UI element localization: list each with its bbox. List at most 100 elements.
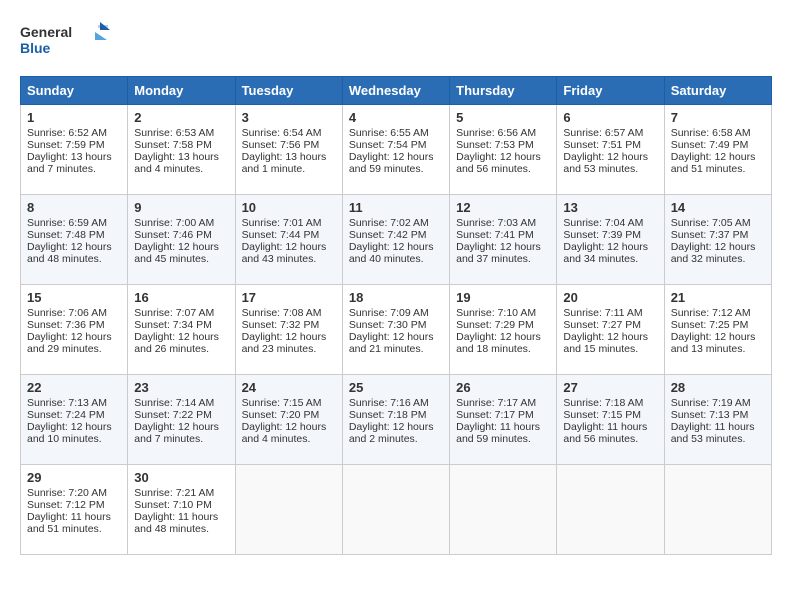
calendar-cell: 11 Sunrise: 7:02 AMSunset: 7:42 PMDayligh… bbox=[342, 195, 449, 285]
sunset: Sunset: 7:15 PM bbox=[563, 409, 641, 421]
sunset: Sunset: 7:59 PM bbox=[27, 139, 105, 151]
sunset: Sunset: 7:56 PM bbox=[242, 139, 320, 151]
sunrise: Sunrise: 6:54 AM bbox=[242, 127, 322, 139]
sunrise: Sunrise: 7:03 AM bbox=[456, 217, 536, 229]
sunrise: Sunrise: 7:13 AM bbox=[27, 397, 107, 409]
calendar-cell: 24Sunrise: 7:15 AMSunset: 7:20 PMDayligh… bbox=[235, 375, 342, 465]
calendar-cell: 5Sunrise: 6:56 AMSunset: 7:53 PMDaylight… bbox=[450, 105, 557, 195]
week-row-5: 29Sunrise: 7:20 AMSunset: 7:12 PMDayligh… bbox=[21, 465, 772, 555]
day-number: 19 bbox=[456, 290, 550, 305]
day-number: 13 bbox=[563, 200, 657, 215]
calendar-cell: 2Sunrise: 6:53 AMSunset: 7:58 PMDaylight… bbox=[128, 105, 235, 195]
day-number: 22 bbox=[27, 380, 121, 395]
daylight: Daylight: 12 hours and 21 minutes. bbox=[349, 331, 434, 355]
col-header-sunday: Sunday bbox=[21, 77, 128, 105]
sunrise: Sunrise: 6:55 AM bbox=[349, 127, 429, 139]
sunset: Sunset: 7:58 PM bbox=[134, 139, 212, 151]
day-number: 3 bbox=[242, 110, 336, 125]
daylight: Daylight: 12 hours and 23 minutes. bbox=[242, 331, 327, 355]
calendar-cell bbox=[342, 465, 449, 555]
daylight: Daylight: 12 hours and 7 minutes. bbox=[134, 421, 219, 445]
sunset: Sunset: 7:22 PM bbox=[134, 409, 212, 421]
sunrise: Sunrise: 7:10 AM bbox=[456, 307, 536, 319]
sunset: Sunset: 7:18 PM bbox=[349, 409, 427, 421]
sunset: Sunset: 7:20 PM bbox=[242, 409, 320, 421]
day-number: 8 bbox=[27, 200, 121, 215]
calendar-table: SundayMondayTuesdayWednesdayThursdayFrid… bbox=[20, 76, 772, 555]
sunrise: Sunrise: 7:07 AM bbox=[134, 307, 214, 319]
sunrise: Sunrise: 7:01 AM bbox=[242, 217, 322, 229]
day-number: 26 bbox=[456, 380, 550, 395]
day-number: 20 bbox=[563, 290, 657, 305]
calendar-cell: 7Sunrise: 6:58 AMSunset: 7:49 PMDaylight… bbox=[664, 105, 771, 195]
calendar-cell: 3 Sunrise: 6:54 AMSunset: 7:56 PMDaylight… bbox=[235, 105, 342, 195]
calendar-cell: 17Sunrise: 7:08 AMSunset: 7:32 PMDayligh… bbox=[235, 285, 342, 375]
daylight: Daylight: 11 hours and 51 minutes. bbox=[27, 511, 111, 535]
sunrise: Sunrise: 7:06 AM bbox=[27, 307, 107, 319]
sunrise: Sunrise: 7:20 AM bbox=[27, 487, 107, 499]
daylight: Daylight: 12 hours and 53 minutes. bbox=[563, 151, 648, 175]
week-row-3: 15Sunrise: 7:06 AMSunset: 7:36 PMDayligh… bbox=[21, 285, 772, 375]
sunrise: Sunrise: 7:12 AM bbox=[671, 307, 751, 319]
week-row-1: 1 Sunrise: 6:52 AMSunset: 7:59 PM Daylight… bbox=[21, 105, 772, 195]
svg-text:Blue: Blue bbox=[20, 40, 51, 56]
sunrise: Sunrise: 7:02 AM bbox=[349, 217, 429, 229]
daylight: Daylight: 12 hours and 2 minutes. bbox=[349, 421, 434, 445]
sunset: Sunset: 7:42 PM bbox=[349, 229, 427, 241]
calendar-cell: 15Sunrise: 7:06 AMSunset: 7:36 PMDayligh… bbox=[21, 285, 128, 375]
calendar-cell: 10Sunrise: 7:01 AMSunset: 7:44 PMDayligh… bbox=[235, 195, 342, 285]
calendar-cell: 18Sunrise: 7:09 AMSunset: 7:30 PMDayligh… bbox=[342, 285, 449, 375]
col-header-tuesday: Tuesday bbox=[235, 77, 342, 105]
daylight: Daylight: 12 hours and 43 minutes. bbox=[242, 241, 327, 265]
day-number: 7 bbox=[671, 110, 765, 125]
day-number: 2 bbox=[134, 110, 228, 125]
calendar-cell: 13Sunrise: 7:04 AMSunset: 7:39 PMDayligh… bbox=[557, 195, 664, 285]
daylight: Daylight: 11 hours and 56 minutes. bbox=[563, 421, 647, 445]
sunrise: Sunrise: 6:58 AM bbox=[671, 127, 751, 139]
sunrise: Sunrise: 6:53 AM bbox=[134, 127, 214, 139]
day-number: 1 bbox=[27, 110, 121, 125]
day-number: 21 bbox=[671, 290, 765, 305]
page-header: General Blue bbox=[20, 20, 772, 60]
day-number: 15 bbox=[27, 290, 121, 305]
sunrise: Sunrise: 7:08 AM bbox=[242, 307, 322, 319]
daylight: Daylight: 12 hours and 40 minutes. bbox=[349, 241, 434, 265]
sunrise: Sunrise: 7:21 AM bbox=[134, 487, 214, 499]
sunset: Sunset: 7:48 PM bbox=[27, 229, 105, 241]
sunset: Sunset: 7:41 PM bbox=[456, 229, 534, 241]
calendar-cell: 9Sunrise: 7:00 AMSunset: 7:46 PMDaylight… bbox=[128, 195, 235, 285]
sunrise: Sunrise: 7:15 AM bbox=[242, 397, 322, 409]
sunset: Sunset: 7:54 PM bbox=[349, 139, 427, 151]
col-header-friday: Friday bbox=[557, 77, 664, 105]
header-row: SundayMondayTuesdayWednesdayThursdayFrid… bbox=[21, 77, 772, 105]
day-number: 16 bbox=[134, 290, 228, 305]
day-number: 6 bbox=[563, 110, 657, 125]
day-number: 10 bbox=[242, 200, 336, 215]
daylight: Daylight: 13 hours and 1 minute. bbox=[242, 151, 327, 175]
sunset: Sunset: 7:24 PM bbox=[27, 409, 105, 421]
day-number: 9 bbox=[134, 200, 228, 215]
day-number: 29 bbox=[27, 470, 121, 485]
sunrise: Sunrise: 6:59 AM bbox=[27, 217, 107, 229]
sunset: Sunset: 7:37 PM bbox=[671, 229, 749, 241]
sunset: Sunset: 7:34 PM bbox=[134, 319, 212, 331]
sunrise: Sunrise: 7:18 AM bbox=[563, 397, 643, 409]
calendar-cell: 26Sunrise: 7:17 AMSunset: 7:17 PMDayligh… bbox=[450, 375, 557, 465]
sunset: Sunset: 7:53 PM bbox=[456, 139, 534, 151]
daylight: Daylight: 12 hours and 59 minutes. bbox=[349, 151, 434, 175]
day-number: 23 bbox=[134, 380, 228, 395]
calendar-cell: 28Sunrise: 7:19 AMSunset: 7:13 PMDayligh… bbox=[664, 375, 771, 465]
calendar-cell: 6Sunrise: 6:57 AMSunset: 7:51 PMDaylight… bbox=[557, 105, 664, 195]
daylight: Daylight: 12 hours and 13 minutes. bbox=[671, 331, 756, 355]
calendar-cell: 22Sunrise: 7:13 AMSunset: 7:24 PMDayligh… bbox=[21, 375, 128, 465]
sunrise: Sunrise: 7:11 AM bbox=[563, 307, 642, 319]
calendar-cell: 29Sunrise: 7:20 AMSunset: 7:12 PMDayligh… bbox=[21, 465, 128, 555]
sunrise: Sunrise: 6:57 AM bbox=[563, 127, 643, 139]
day-number: 14 bbox=[671, 200, 765, 215]
calendar-cell: 25Sunrise: 7:16 AMSunset: 7:18 PMDayligh… bbox=[342, 375, 449, 465]
calendar-cell: 21Sunrise: 7:12 AMSunset: 7:25 PMDayligh… bbox=[664, 285, 771, 375]
sunrise: Sunrise: 7:00 AM bbox=[134, 217, 214, 229]
day-number: 11 bbox=[349, 200, 443, 215]
calendar-cell: 16Sunrise: 7:07 AMSunset: 7:34 PMDayligh… bbox=[128, 285, 235, 375]
sunrise: Sunrise: 6:52 AM bbox=[27, 127, 107, 139]
